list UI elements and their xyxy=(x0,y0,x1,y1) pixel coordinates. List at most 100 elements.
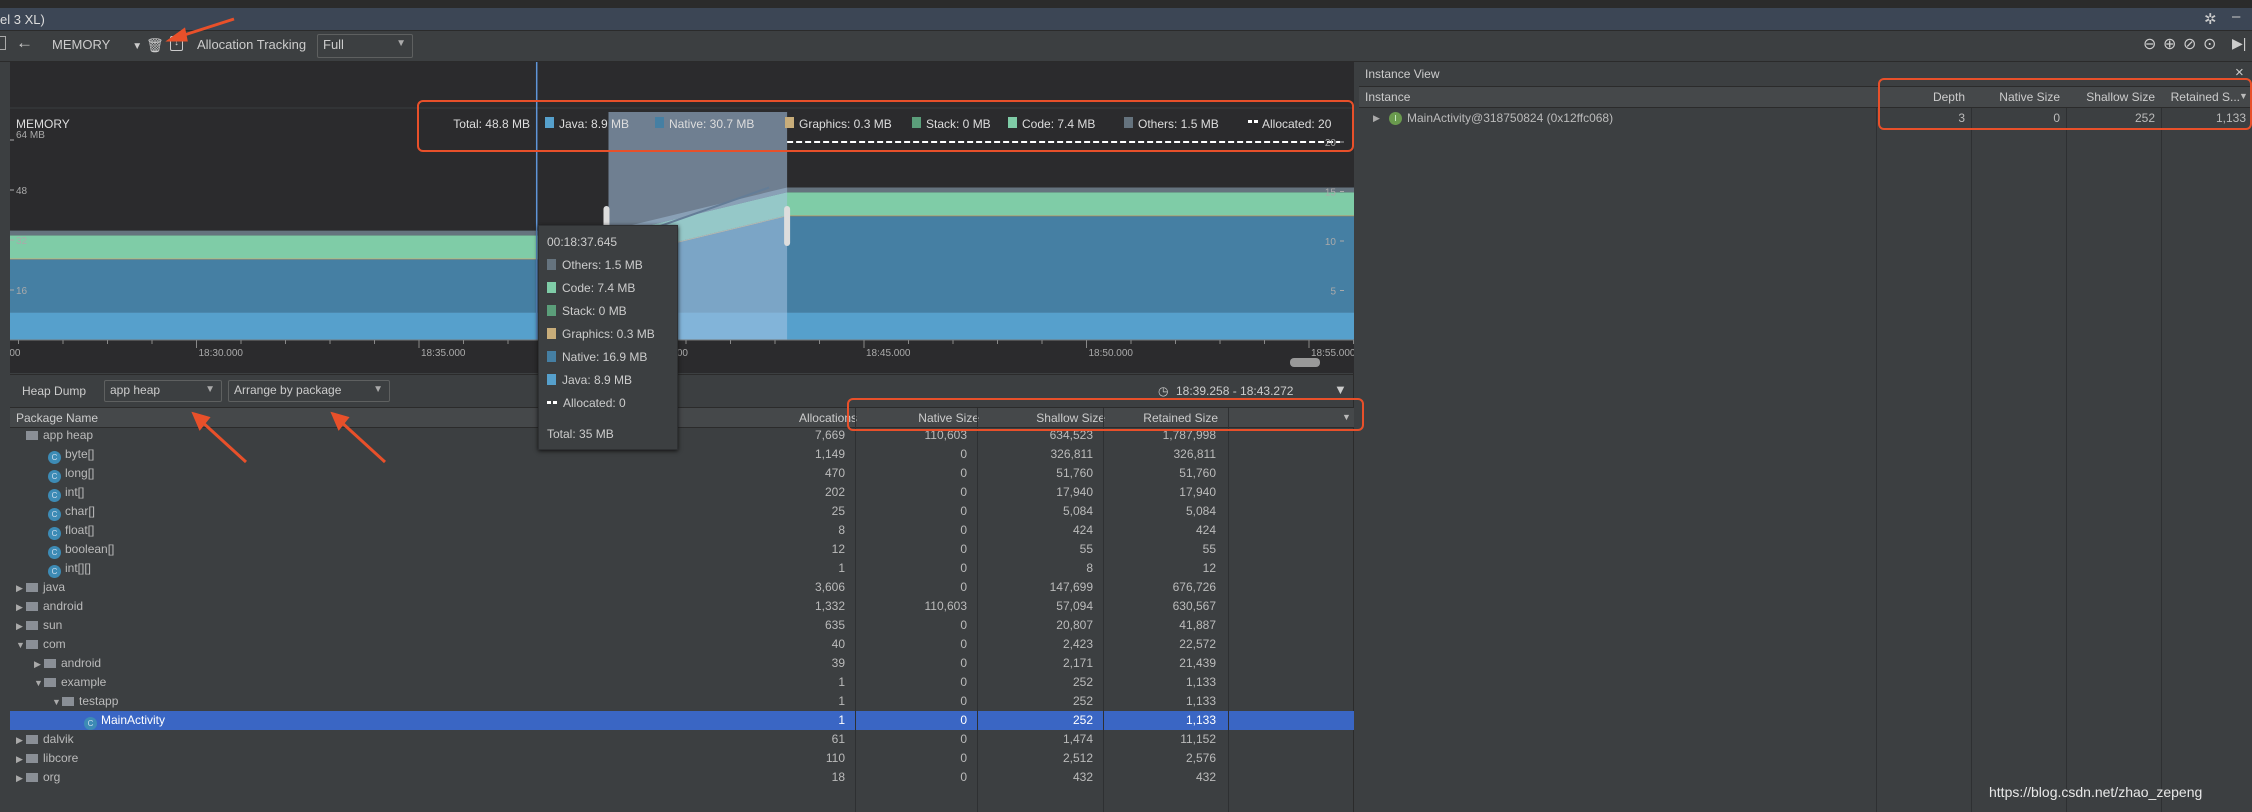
tooltip-item: Graphics: 0.3 MB xyxy=(547,326,655,342)
cell-retained-size: 676,726 xyxy=(1172,580,1216,594)
row-label: boolean[] xyxy=(65,542,115,556)
watermark: https://blog.csdn.net/zhao_zepeng xyxy=(1989,784,2203,800)
package-folder-icon xyxy=(44,678,56,687)
table-row[interactable]: Cfloat[] 8 0 424 424 xyxy=(10,521,1354,540)
selection-handle-right[interactable] xyxy=(784,206,791,246)
table-row[interactable]: ▶ dalvik 61 0 1,474 11,152 xyxy=(10,730,1354,749)
collapse-icon[interactable]: ▼ xyxy=(16,636,26,655)
table-row[interactable]: C MainActivity 1 0 252 1,133 xyxy=(10,711,1354,730)
x-tick-label: 18:55.000 xyxy=(1311,348,1354,359)
cell-shallow-size: 252 xyxy=(1072,675,1093,689)
selection-range: 18:39.258 - 18:43.272 xyxy=(1176,384,1294,398)
package-folder-icon xyxy=(44,659,56,668)
cell-retained-size: 41,887 xyxy=(1179,618,1216,632)
expand-icon[interactable]: ▶ xyxy=(16,750,26,769)
tooltip-swatch xyxy=(547,282,556,293)
minimize-icon[interactable]: – xyxy=(2232,8,2240,25)
table-row[interactable]: ▶ org 18 0 432 432 xyxy=(10,768,1354,787)
table-row[interactable]: ▼ example 1 0 252 1,133 xyxy=(10,673,1354,692)
cell-native-size: 0 xyxy=(960,675,967,689)
row-label: float[] xyxy=(65,523,95,537)
expand-icon[interactable]: ▶ xyxy=(16,598,26,617)
cell-retained-size: 1,133 xyxy=(1185,694,1216,708)
row-label: int[][] xyxy=(65,561,92,575)
collapse-icon[interactable]: ▼ xyxy=(52,693,62,712)
annotation-arrows xyxy=(165,17,387,464)
row-name: ▶ libcore xyxy=(16,749,78,769)
horizontal-scrollbar[interactable] xyxy=(1290,358,1320,367)
table-row[interactable]: ▶ android 39 0 2,171 21,439 xyxy=(10,654,1354,673)
reset-zoom-icon[interactable]: ⊘ xyxy=(2183,34,2196,54)
cell-native-size: 0 xyxy=(960,694,967,708)
expand-icon[interactable]: ▶ xyxy=(16,731,26,750)
zoom-out-icon[interactable]: ⊖ xyxy=(2143,34,2160,54)
expand-icon[interactable]: ▶ xyxy=(1373,109,1380,128)
cell-retained-size: 21,439 xyxy=(1179,656,1216,670)
zoom-in-icon[interactable]: ⊕ xyxy=(2163,34,2176,54)
cell-native-size: 0 xyxy=(960,523,967,537)
table-row[interactable]: ▶ android 1,332 110,603 57,094 630,567 xyxy=(10,597,1354,616)
column-divider xyxy=(1103,408,1104,812)
row-label: org xyxy=(43,770,61,784)
cell-allocations: 7,669 xyxy=(814,428,845,442)
gear-icon[interactable]: ✲ xyxy=(2204,10,2217,28)
class-icon: C xyxy=(48,489,61,502)
column-divider xyxy=(1876,108,1877,812)
tooltip-swatch xyxy=(547,401,557,404)
row-label: sun xyxy=(43,618,63,632)
column-header-allocations[interactable]: Allocations xyxy=(743,411,857,425)
expand-icon[interactable]: ▶ xyxy=(34,655,44,674)
table-row[interactable]: ▶ java 3,606 0 147,699 676,726 xyxy=(10,578,1354,597)
cell-retained-size: 17,940 xyxy=(1179,485,1216,499)
zoom-to-selection-icon[interactable]: ⊙ xyxy=(2203,34,2216,54)
row-name: Cchar[] xyxy=(34,502,95,521)
expand-icon[interactable]: ▶ xyxy=(16,617,26,636)
table-row[interactable]: Cint[][] 1 0 8 12 xyxy=(10,559,1354,578)
table-row[interactable]: Cint[] 202 0 17,940 17,940 xyxy=(10,483,1354,502)
row-name: ▶ android xyxy=(34,654,101,674)
cell-shallow-size: 55 xyxy=(1079,542,1093,556)
table-row[interactable]: ▶ libcore 110 0 2,512 2,576 xyxy=(10,749,1354,768)
row-label: com xyxy=(43,637,66,651)
row-name: C MainActivity xyxy=(70,711,165,730)
row-label: char[] xyxy=(65,504,96,518)
tooltip-item: Java: 8.9 MB xyxy=(547,372,632,388)
tooltip-item: Code: 7.4 MB xyxy=(547,280,635,296)
cell-shallow-size: 147,699 xyxy=(1049,580,1093,594)
package-folder-icon xyxy=(62,697,74,706)
table-row[interactable]: ▼ com 40 0 2,423 22,572 xyxy=(10,635,1354,654)
table-row[interactable]: Cboolean[] 12 0 55 55 xyxy=(10,540,1354,559)
cell-shallow-size: 57,094 xyxy=(1056,599,1093,613)
table-row[interactable]: ▶ sun 635 0 20,807 41,887 xyxy=(10,616,1354,635)
package-folder-icon xyxy=(26,640,38,649)
table-row[interactable]: ▼ testapp 1 0 252 1,133 xyxy=(10,692,1354,711)
cell-shallow-size: 252 xyxy=(1072,713,1093,727)
expand-icon[interactable]: ▶ xyxy=(16,579,26,598)
package-folder-icon xyxy=(26,735,38,744)
cell-native-size: 0 xyxy=(960,713,967,727)
filter-icon[interactable]: ▼ xyxy=(1334,382,1347,397)
instance-name: MainActivity@318750824 (0x12ffc068) xyxy=(1407,111,1614,125)
tooltip-item-label: Java: 8.9 MB xyxy=(562,373,633,387)
collapse-icon[interactable]: ▼ xyxy=(34,674,44,693)
cell-native-size: 0 xyxy=(960,770,967,784)
jump-to-live-icon[interactable]: ▶| xyxy=(2232,35,2246,52)
cell-allocations: 18 xyxy=(831,770,845,784)
cell-native-size: 0 xyxy=(960,504,967,518)
cell-retained-size: 432 xyxy=(1195,770,1216,784)
row-label: testapp xyxy=(79,694,119,708)
instance-column-0[interactable]: Instance xyxy=(1365,90,1665,104)
table-row[interactable]: Cchar[] 25 0 5,084 5,084 xyxy=(10,502,1354,521)
cell-retained-size: 424 xyxy=(1195,523,1216,537)
tooltip-item-label: Others: 1.5 MB xyxy=(562,258,643,272)
row-name: ▶ java xyxy=(16,578,65,598)
expand-icon[interactable]: ▶ xyxy=(16,769,26,788)
column-divider xyxy=(2161,108,2162,812)
cell-native-size: 0 xyxy=(960,447,967,461)
column-divider xyxy=(855,408,856,812)
clock-icon: ◷ xyxy=(1158,384,1169,398)
instance-view-panel: Instance View × Instance Depth Native Size… xyxy=(1359,62,2252,812)
tooltip-item-label: Allocated: 0 xyxy=(563,396,626,410)
cell-shallow-size: 424 xyxy=(1072,523,1093,537)
package-folder-icon xyxy=(26,754,38,763)
